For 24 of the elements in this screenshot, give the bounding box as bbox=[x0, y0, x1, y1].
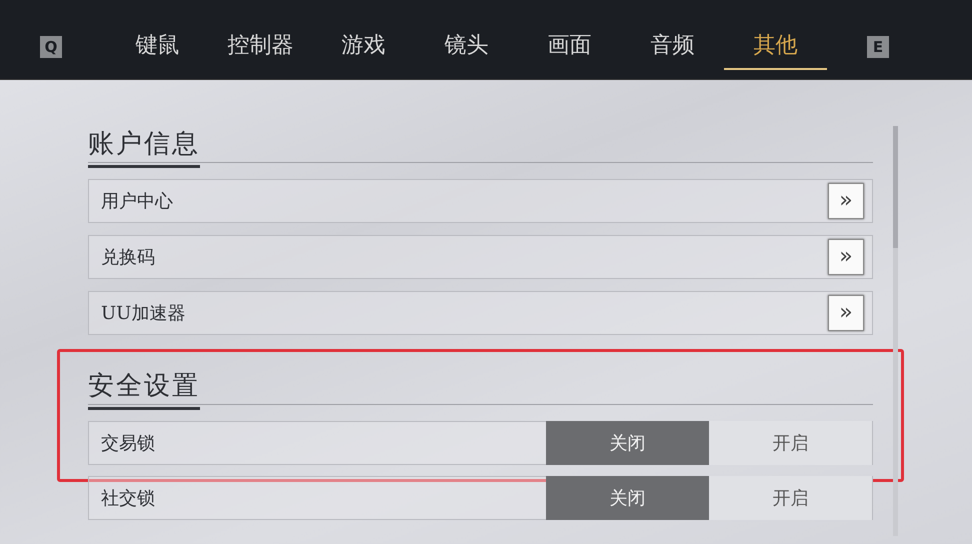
toggle-option[interactable]: 开启 bbox=[709, 421, 872, 465]
open-button[interactable]: » bbox=[828, 183, 864, 219]
setting-label: 社交锁 bbox=[100, 487, 155, 510]
open-button[interactable]: » bbox=[828, 239, 864, 275]
tab[interactable]: 游戏 bbox=[312, 24, 415, 70]
key-hint[interactable]: Q bbox=[40, 36, 62, 58]
tab[interactable]: 镜头 bbox=[415, 24, 518, 70]
scrollbar[interactable] bbox=[893, 126, 898, 536]
tab[interactable]: 画面 bbox=[518, 24, 621, 70]
setting-label: 交易锁 bbox=[100, 432, 155, 455]
open-button[interactable]: » bbox=[828, 295, 864, 331]
tab[interactable]: 其他 bbox=[724, 24, 827, 70]
toggle-option[interactable]: 关闭 bbox=[546, 476, 709, 520]
setting-label: UU加速器 bbox=[100, 302, 186, 325]
toggle-option[interactable]: 关闭 bbox=[546, 421, 709, 465]
key-hint[interactable]: E bbox=[867, 36, 889, 58]
setting-label: 用户中心 bbox=[100, 190, 173, 213]
tab[interactable]: 键鼠 bbox=[106, 24, 209, 70]
toggle-option[interactable]: 开启 bbox=[709, 476, 872, 520]
tab[interactable]: 控制器 bbox=[209, 24, 312, 70]
section-title: 安全设置 bbox=[88, 368, 200, 410]
section-title: 账户信息 bbox=[88, 126, 200, 168]
setting-label: 兑换码 bbox=[100, 246, 155, 269]
tab[interactable]: 音频 bbox=[621, 24, 724, 70]
